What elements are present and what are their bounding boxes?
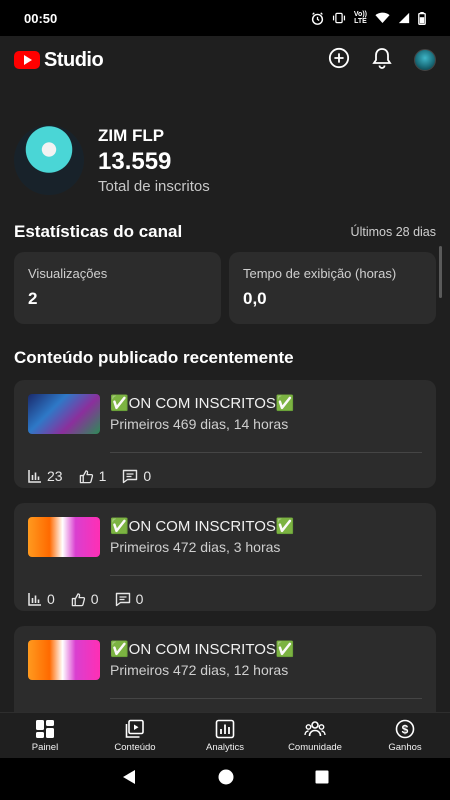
nav-item-analytics[interactable]: Analytics [180, 719, 270, 753]
likes-count: 0 [90, 591, 99, 607]
content-icon [125, 719, 144, 738]
stat-value: 2 [28, 289, 38, 308]
video-card-top: ✅ON COM INSCRITOS✅ Primeiros 472 dias, 1… [28, 640, 422, 684]
stat-value: 0,0 [243, 289, 267, 308]
likes-count: 1 [98, 468, 107, 484]
video-title: ✅ON COM INSCRITOS✅ [110, 641, 295, 658]
video-meta: ✅ON COM INSCRITOS✅ Primeiros 469 dias, 1… [110, 394, 295, 432]
video-subtitle: Primeiros 472 dias, 3 horas [110, 539, 281, 555]
stats-title: Estatísticas do canal [14, 222, 183, 241]
comments-count: 0 [135, 591, 144, 607]
home-icon[interactable] [218, 769, 234, 790]
video-meta: ✅ON COM INSCRITOS✅ Primeiros 472 dias, 3… [110, 517, 295, 555]
lte-icon: Vo)) LTE [354, 11, 367, 25]
comments-metric: 0 [115, 591, 144, 607]
video-card[interactable]: ✅ON COM INSCRITOS✅ Primeiros 469 dias, 1… [14, 380, 436, 488]
community-icon [304, 720, 326, 736]
earnings-icon: $ [395, 719, 415, 738]
nav-label: Painel [31, 741, 59, 753]
recent-content-title: Conteúdo publicado recentemente [14, 348, 294, 367]
subscriber-count: 13.559 [98, 147, 172, 175]
recents-icon[interactable] [315, 770, 329, 789]
back-icon[interactable] [121, 769, 137, 790]
video-card-top: ✅ON COM INSCRITOS✅ Primeiros 469 dias, 1… [28, 394, 422, 438]
status-time: 00:50 [24, 10, 58, 26]
channel-name: ZIM FLP [98, 125, 165, 145]
nav-item-conteudo[interactable]: Conteúdo [90, 719, 180, 753]
stats-header: Estatísticas do canal Últimos 28 dias [0, 222, 450, 242]
video-metrics: 0 0 0 [28, 576, 422, 622]
stat-card-watch-time[interactable]: Tempo de exibição (horas) 0,0 [229, 252, 436, 324]
stats-cards: Visualizações 2 Tempo de exibição (horas… [0, 242, 450, 324]
nav-item-comunidade[interactable]: Comunidade [270, 719, 360, 753]
vibrate-icon [332, 12, 346, 24]
stat-card-views[interactable]: Visualizações 2 [14, 252, 221, 324]
bar-chart-icon [28, 470, 41, 483]
battery-icon [418, 11, 426, 25]
video-thumbnail[interactable] [28, 394, 100, 434]
status-bar: 00:50 Vo)) LTE [0, 0, 450, 36]
thumbs-up-icon [71, 592, 85, 606]
nav-label: Conteúdo [114, 741, 156, 753]
video-title: ✅ON COM INSCRITOS✅ [110, 518, 295, 535]
likes-metric: 1 [79, 468, 107, 484]
youtube-play-icon [14, 51, 40, 69]
account-avatar[interactable] [414, 49, 436, 71]
views-metric: 23 [28, 468, 63, 484]
comments-count: 0 [143, 468, 152, 484]
comments-metric: 0 [122, 468, 151, 484]
nav-label: Analytics [205, 741, 244, 753]
top-actions [328, 47, 436, 74]
notifications-icon[interactable] [372, 47, 392, 74]
top-app-bar: Studio [0, 36, 450, 84]
video-metrics: 29 4 0 [28, 699, 422, 712]
video-meta: ✅ON COM INSCRITOS✅ Primeiros 472 dias, 1… [110, 640, 295, 678]
video-thumbnail[interactable] [28, 517, 100, 557]
channel-info: ZIM FLP 13.559 Total de inscritos [98, 126, 210, 195]
youtube-studio-logo[interactable]: Studio [14, 48, 104, 72]
nav-label: Comunidade [288, 741, 342, 753]
video-metrics: 23 1 0 [28, 453, 422, 499]
analytics-icon [215, 719, 235, 738]
recent-content-list: ✅ON COM INSCRITOS✅ Primeiros 469 dias, 1… [0, 368, 450, 712]
lte-label: LTE [354, 18, 367, 25]
comment-icon [123, 469, 138, 483]
video-card[interactable]: ✅ON COM INSCRITOS✅ Primeiros 472 dias, 3… [14, 503, 436, 611]
logo-text: Studio [44, 48, 104, 71]
views-count: 0 [47, 591, 55, 607]
video-title: ✅ON COM INSCRITOS✅ [110, 395, 295, 412]
volte-label: Vo)) [353, 11, 367, 18]
alarm-icon [311, 11, 324, 25]
channel-header: ZIM FLP 13.559 Total de inscritos [0, 84, 450, 222]
video-card-top: ✅ON COM INSCRITOS✅ Primeiros 472 dias, 3… [28, 517, 422, 561]
system-navigation-bar [0, 758, 450, 800]
nav-item-ganhos[interactable]: $ Ganhos [360, 719, 450, 753]
channel-avatar[interactable] [14, 125, 84, 195]
create-icon[interactable] [328, 47, 350, 74]
wifi-icon [375, 12, 390, 24]
stat-label: Tempo de exibição (horas) [243, 266, 397, 281]
views-metric: 0 [28, 591, 55, 607]
stat-label: Visualizações [28, 266, 108, 281]
studio-app: Studio ZIM FLP 13.559 Total de inscritos… [0, 36, 450, 712]
thumbs-up-icon [79, 469, 93, 483]
comment-icon [115, 592, 130, 606]
svg-text:$: $ [402, 722, 409, 736]
dashboard-icon [36, 719, 54, 738]
views-count: 23 [47, 468, 63, 484]
nav-label: Ganhos [388, 741, 422, 753]
subscriber-label: Total de inscritos [98, 177, 210, 195]
video-card[interactable]: ✅ON COM INSCRITOS✅ Primeiros 472 dias, 1… [14, 626, 436, 712]
scrollbar[interactable] [439, 246, 442, 298]
video-subtitle: Primeiros 469 dias, 14 horas [110, 416, 289, 432]
bar-chart-icon [28, 593, 41, 606]
likes-metric: 0 [71, 591, 99, 607]
signal-icon [398, 12, 410, 24]
bottom-navigation: Painel Conteúdo Analytics Comunidade $ G… [0, 712, 450, 758]
video-subtitle: Primeiros 472 dias, 12 horas [110, 662, 289, 678]
video-thumbnail[interactable] [28, 640, 100, 680]
nav-item-painel[interactable]: Painel [0, 719, 90, 753]
stats-period: Últimos 28 dias [350, 225, 436, 239]
status-icons: Vo)) LTE [311, 11, 426, 25]
